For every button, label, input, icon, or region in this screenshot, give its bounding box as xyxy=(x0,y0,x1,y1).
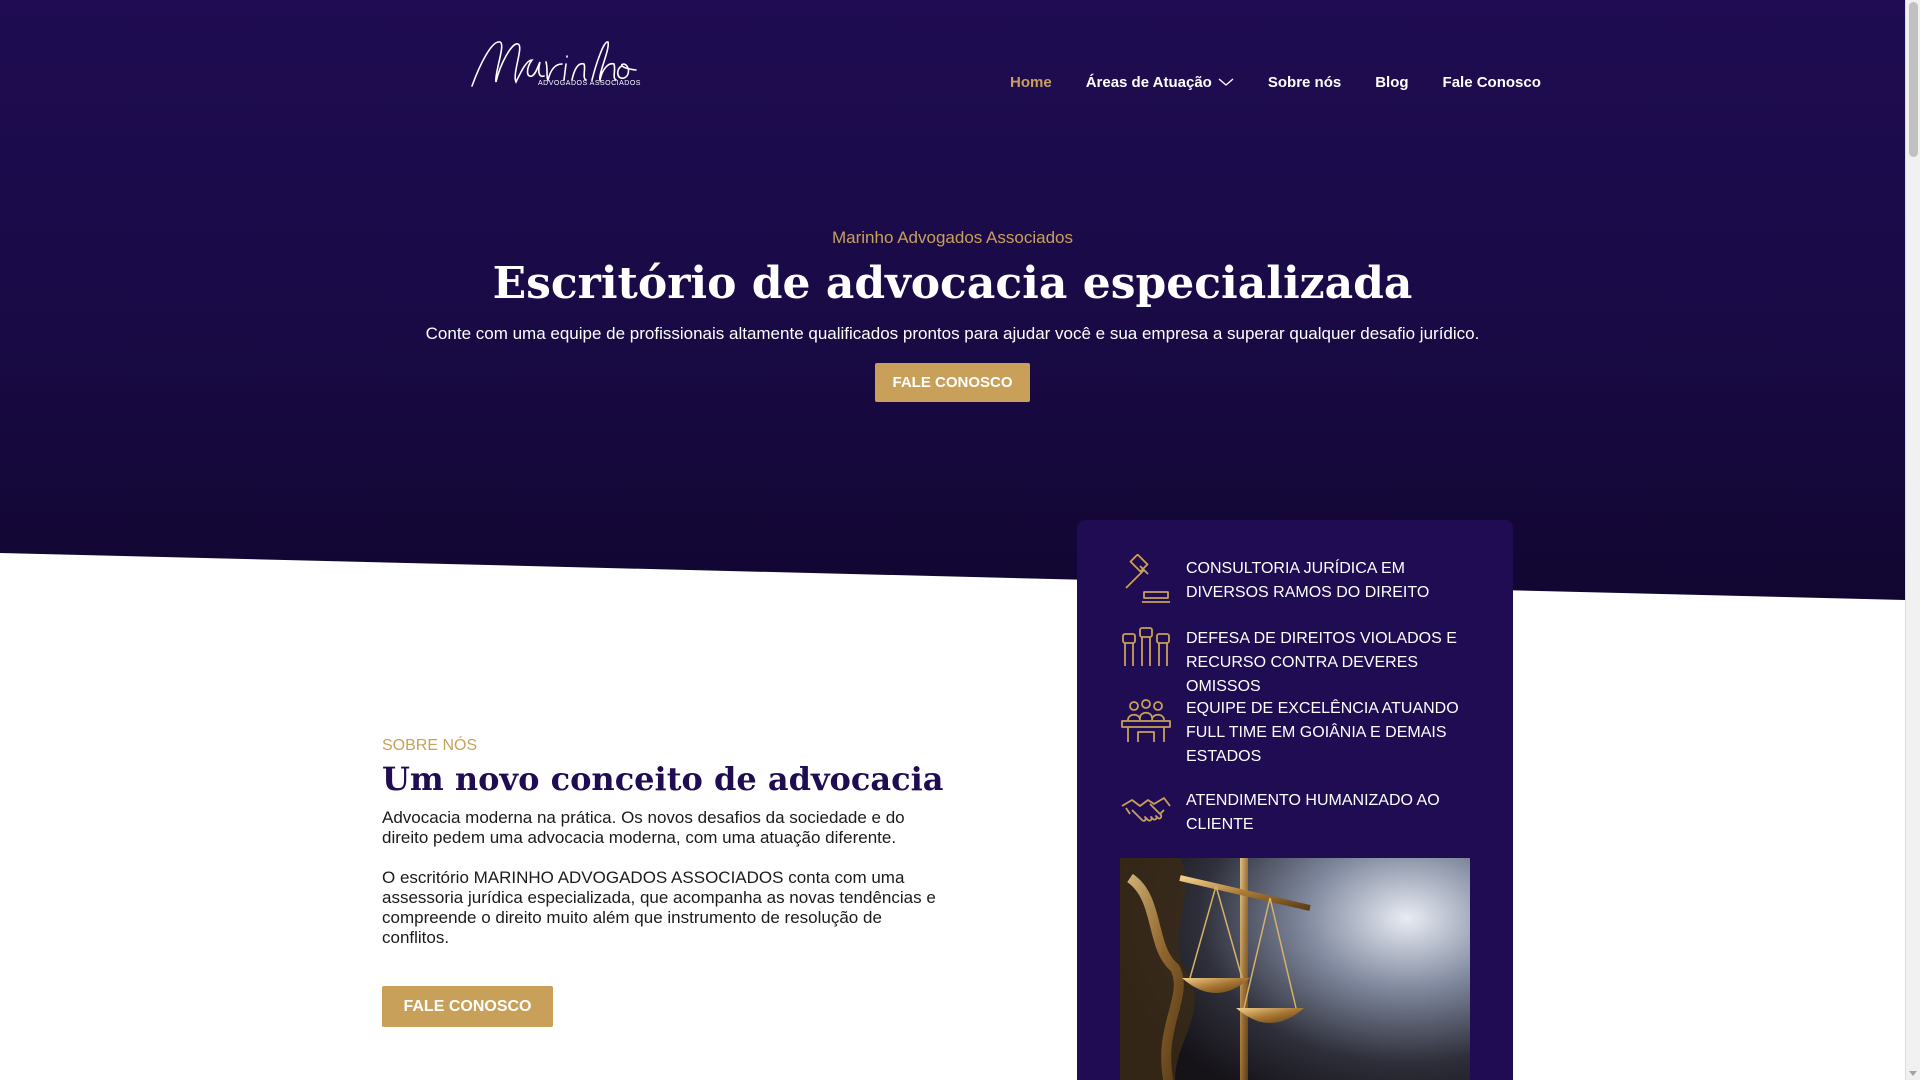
handshake-icon xyxy=(1120,786,1172,838)
nav-areas-label: Áreas de Atuação xyxy=(1085,73,1212,91)
nav-home-label: Home xyxy=(1010,73,1052,91)
logo-tagline: ADVOGADOS ASSOCIADOS xyxy=(538,80,641,87)
main-nav: Home Áreas de Atuação Sobre nós Blog Fal… xyxy=(1010,70,1575,94)
about-eyebrow: SOBRE NÓS xyxy=(382,737,478,754)
nav-areas[interactable]: Áreas de Atuação xyxy=(1086,74,1234,91)
page-scrollbar[interactable] xyxy=(1905,0,1920,1080)
team-table-icon xyxy=(1120,694,1172,746)
about-paragraph-1: Advocacia moderna na prática. Os novos d… xyxy=(382,808,905,847)
nav-sobre-label: Sobre nós xyxy=(1267,73,1342,91)
about-cta-button[interactable]: FALE CONOSCO xyxy=(382,986,553,1027)
scrollbar-thumb[interactable] xyxy=(1909,2,1918,157)
hero-cta-button[interactable]: FALE CONOSCO xyxy=(875,363,1030,402)
nav-sobre[interactable]: Sobre nós xyxy=(1268,74,1341,91)
scroll-down-arrow-icon[interactable] xyxy=(1909,1071,1917,1076)
feature-item: CONSULTORIA JURÍDICA EM DIVERSOS RAMOS D… xyxy=(1120,553,1490,606)
nav-fale-conosco-label: Fale Conosco xyxy=(1442,73,1541,91)
hero-eyebrow: Marinho Advogados Associados xyxy=(832,228,1073,247)
feature-text: DEFESA DE DIREITOS VIOLADOS E RECURSO CO… xyxy=(1186,630,1457,695)
nav-blog-label: Blog xyxy=(1375,73,1409,91)
hero-title: Escritório de advocacia especializada xyxy=(492,258,1413,309)
scales-of-justice-image xyxy=(1120,858,1470,1080)
feature-text: ATENDIMENTO HUMANIZADO AO CLIENTE xyxy=(1186,792,1440,833)
logo-mark: ADVOGADOS ASSOCIADOS xyxy=(471,41,641,87)
logo[interactable]: ADVOGADOS ASSOCIADOS xyxy=(466,34,642,96)
chevron-down-icon xyxy=(1218,74,1234,91)
feature-text: EQUIPE DE EXCELÊNCIA ATUANDO FULL TIME E… xyxy=(1186,700,1459,765)
feature-item: DEFESA DE DIREITOS VIOLADOS E RECURSO CO… xyxy=(1120,624,1490,699)
nav-blog[interactable]: Blog xyxy=(1375,74,1408,91)
about-paragraph-2: O escritório MARINHO ADVOGADOS ASSOCIADO… xyxy=(382,868,936,947)
about-title: Um novo conceito de advocacia xyxy=(382,760,944,798)
gavel-icon xyxy=(1120,553,1172,606)
feature-item: ATENDIMENTO HUMANIZADO AO CLIENTE xyxy=(1120,786,1490,838)
raised-fists-icon xyxy=(1120,624,1172,676)
hero-subtitle: Conte com uma equipe de profissionais al… xyxy=(425,324,1480,343)
feature-text: CONSULTORIA JURÍDICA EM DIVERSOS RAMOS D… xyxy=(1186,560,1430,601)
feature-item: EQUIPE DE EXCELÊNCIA ATUANDO FULL TIME E… xyxy=(1120,694,1490,769)
nav-home[interactable]: Home xyxy=(1010,74,1052,91)
nav-fale-conosco[interactable]: Fale Conosco xyxy=(1443,74,1541,91)
features-card: CONSULTORIA JURÍDICA EM DIVERSOS RAMOS D… xyxy=(1077,520,1513,1080)
